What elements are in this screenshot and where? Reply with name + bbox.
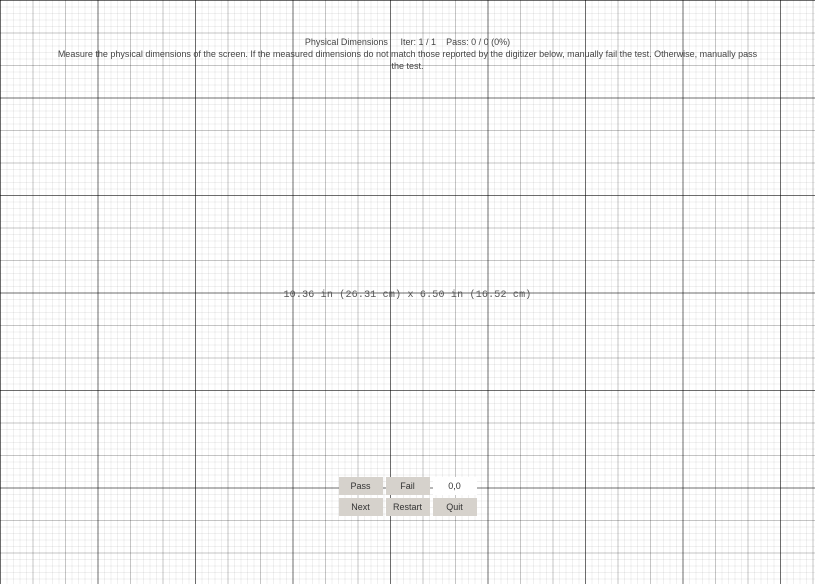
spacer2 — [439, 37, 444, 47]
iter-value: 1 / 1 — [419, 37, 437, 47]
button-bar: Pass Fail 0,0 Next Restart Quit — [339, 477, 477, 516]
quit-button[interactable]: Quit — [433, 498, 477, 516]
restart-button[interactable]: Restart — [386, 498, 430, 516]
fail-button[interactable]: Fail — [386, 477, 430, 495]
test-header: Physical Dimensions Iter: 1 / 1 Pass: 0 … — [0, 36, 815, 72]
title-line: Physical Dimensions Iter: 1 / 1 Pass: 0 … — [0, 36, 815, 48]
button-row-2: Next Restart Quit — [339, 498, 477, 516]
instructions-text: Measure the physical dimensions of the s… — [58, 48, 758, 72]
pass-button[interactable]: Pass — [339, 477, 383, 495]
iter-label: Iter: — [400, 37, 416, 47]
reported-dimensions: 10.36 in (26.31 cm) x 6.50 in (16.52 cm) — [0, 290, 815, 301]
pass-label: Pass: — [446, 37, 469, 47]
title-text: Physical Dimensions — [305, 37, 388, 47]
button-row-1: Pass Fail 0,0 — [339, 477, 477, 495]
coordinate-readout: 0,0 — [433, 477, 477, 495]
spacer — [390, 37, 398, 47]
pass-value: 0 / 0 (0%) — [471, 37, 510, 47]
next-button[interactable]: Next — [339, 498, 383, 516]
test-stage: Physical Dimensions Iter: 1 / 1 Pass: 0 … — [0, 0, 815, 584]
